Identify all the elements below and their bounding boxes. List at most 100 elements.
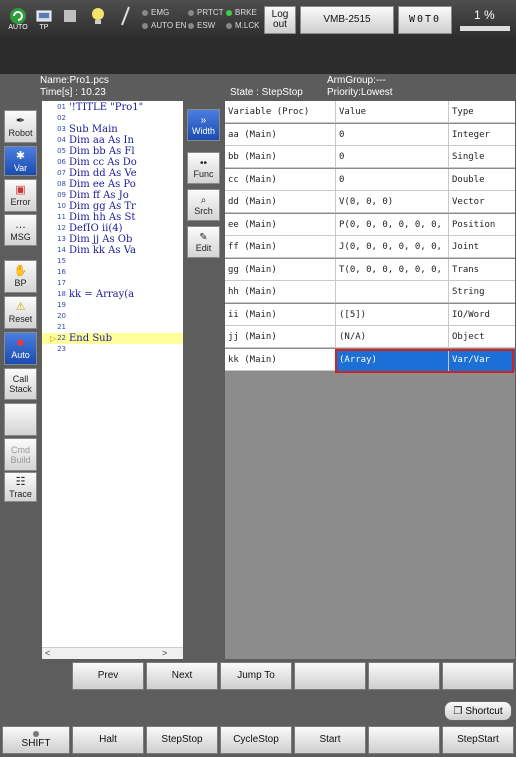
- auto-icon: ■: [17, 337, 24, 349]
- type-cell: Joint: [452, 242, 480, 252]
- code-line[interactable]: 12 DefIO ii(4): [42, 223, 183, 234]
- line-number: 19: [57, 301, 66, 309]
- speed-bar[interactable]: [460, 26, 510, 31]
- double-chevron-icon: »: [200, 114, 207, 126]
- message-icon: …: [15, 218, 26, 231]
- brke-status: BRKE: [226, 8, 257, 18]
- fkey-cyclestop[interactable]: CycleStop: [220, 726, 292, 754]
- fkey-start[interactable]: Start: [294, 726, 366, 754]
- code-line[interactable]: 06 Dim cc As Do: [42, 157, 183, 168]
- table-row[interactable]: aa (Main) 0 Integer: [225, 123, 515, 146]
- code-line[interactable]: 13 Dim jj As Ob: [42, 234, 183, 245]
- func-button[interactable]: •• Func: [187, 152, 220, 184]
- edit-button[interactable]: ✎ Edit: [187, 226, 220, 258]
- speed-value: 1 %: [474, 8, 495, 22]
- code-line[interactable]: 02: [42, 113, 183, 124]
- nav-error-button[interactable]: ▣ Error: [4, 179, 37, 212]
- code-text: Dim ee As Po: [69, 179, 136, 190]
- tp-label: TP: [39, 24, 49, 31]
- code-line[interactable]: 10 Dim gg As Tr: [42, 201, 183, 212]
- nav-msg-button[interactable]: … MSG: [4, 214, 37, 246]
- code-line[interactable]: 07 Dim dd As Ve: [42, 168, 183, 179]
- nav-cmdbuild-button[interactable]: Cmd Build: [4, 438, 37, 471]
- page-button-blank[interactable]: [442, 662, 514, 690]
- line-number: 05: [57, 147, 66, 155]
- code-editor[interactable]: 01 '!TITLE "Pro1" 02 03 Sub Main 04 Dim aa As…: [42, 101, 183, 659]
- nav-var-button[interactable]: ✱ Var: [4, 146, 37, 176]
- code-text: '!TITLE "Pro1": [69, 102, 144, 113]
- nav-bp-button[interactable]: ✋ BP: [4, 260, 37, 293]
- value-cell: 0: [339, 152, 345, 162]
- nav-callstack-button[interactable]: Call Stack: [4, 368, 37, 400]
- page-button-blank[interactable]: [368, 662, 440, 690]
- code-line[interactable]: 20: [42, 311, 183, 322]
- search-button[interactable]: ⌕ Srch: [187, 189, 220, 221]
- horizontal-scrollbar[interactable]: < >: [42, 647, 183, 659]
- robot-name-button[interactable]: VMB-2515: [300, 6, 394, 34]
- fkey-stepstop[interactable]: StepStop: [146, 726, 218, 754]
- table-row[interactable]: gg (Main) T(0, 0, 0, 0, 0, 0, 0, Trans: [225, 258, 515, 281]
- line-number: 23: [57, 345, 66, 353]
- nav-robot-button[interactable]: ✒ Robot: [4, 110, 37, 143]
- nav-trace-button[interactable]: ☷ Trace: [4, 472, 37, 502]
- code-line[interactable]: 16: [42, 267, 183, 278]
- page-button-blank[interactable]: [294, 662, 366, 690]
- fkey-stepstart[interactable]: StepStart: [442, 726, 514, 754]
- variable-name-cell: dd (Main): [228, 197, 277, 207]
- stop-icon[interactable]: [59, 5, 81, 27]
- coordinate-button[interactable]: W0T0: [398, 6, 452, 34]
- logout-button[interactable]: Log out: [264, 6, 296, 34]
- pencil-icon: ✎: [199, 231, 208, 243]
- scroll-left-icon[interactable]: <: [45, 648, 50, 658]
- page-button-prev[interactable]: Prev: [72, 662, 144, 690]
- width-button[interactable]: » Width: [187, 109, 220, 141]
- fkey-label: StepStop: [161, 734, 203, 745]
- fkey-halt[interactable]: Halt: [72, 726, 144, 754]
- code-line[interactable]: 01 '!TITLE "Pro1": [42, 102, 183, 113]
- shortcut-button[interactable]: ❐ Shortcut: [444, 701, 512, 721]
- table-row[interactable]: dd (Main) V(0, 0, 0) Vector: [225, 191, 515, 213]
- code-text: Dim kk As Va: [69, 245, 136, 256]
- code-line[interactable]: 04 Dim aa As In: [42, 135, 183, 146]
- mlck-status: M.LCK: [226, 21, 259, 31]
- code-line[interactable]: 09 Dim ff As Jo: [42, 190, 183, 201]
- nav-auto-button[interactable]: ■ Auto: [4, 332, 37, 365]
- nav-reset-button[interactable]: ⚠ Reset: [4, 296, 37, 329]
- code-line[interactable]: 03 Sub Main: [42, 124, 183, 135]
- table-row[interactable]: cc (Main) 0 Double: [225, 168, 515, 191]
- type-cell: Single: [452, 152, 485, 162]
- fkey-shift[interactable]: SHIFT: [2, 726, 70, 754]
- code-text: End Sub: [69, 333, 113, 344]
- page-button-jump-to[interactable]: Jump To: [220, 662, 292, 690]
- table-row[interactable]: jj (Main) (N/A) Object: [225, 326, 515, 348]
- page-button-next[interactable]: Next: [146, 662, 218, 690]
- code-line[interactable]: 18 kk = Array(a: [42, 289, 183, 300]
- table-row[interactable]: ff (Main) J(0, 0, 0, 0, 0, 0, 0, Joint: [225, 236, 515, 258]
- table-row[interactable]: ee (Main) P(0, 0, 0, 0, 0, 0, -1 Position: [225, 213, 515, 236]
- variable-name-cell: aa (Main): [228, 129, 277, 140]
- code-line[interactable]: 14 Dim kk As Va: [42, 245, 183, 256]
- header-band: [0, 36, 516, 74]
- code-line[interactable]: 05 Dim bb As Fl: [42, 146, 183, 157]
- emg-status: EMG: [142, 8, 169, 18]
- scroll-right-icon[interactable]: >: [162, 648, 167, 658]
- nav-blank-button[interactable]: [4, 403, 37, 436]
- code-line[interactable]: 21: [42, 322, 183, 333]
- table-row[interactable]: ii (Main) ([5]) IO/Word: [225, 303, 515, 326]
- fkey-label: Halt: [99, 734, 117, 745]
- code-line[interactable]: 22 End Sub ▷: [42, 333, 183, 344]
- code-line[interactable]: 17: [42, 278, 183, 289]
- fkey-blank[interactable]: [368, 726, 440, 754]
- variable-name-cell: bb (Main): [228, 152, 277, 162]
- lamp-icon[interactable]: [87, 5, 109, 27]
- table-header-row: Variable (Proc) Value Type: [225, 101, 515, 123]
- code-line[interactable]: 08 Dim ee As Po: [42, 179, 183, 190]
- code-line[interactable]: 11 Dim hh As St: [42, 212, 183, 223]
- table-row[interactable]: hh (Main) String: [225, 281, 515, 303]
- table-row[interactable]: bb (Main) 0 Single: [225, 146, 515, 168]
- code-line[interactable]: 23: [42, 344, 183, 355]
- code-line[interactable]: 19: [42, 300, 183, 311]
- wrench-icon[interactable]: [115, 5, 137, 27]
- code-line[interactable]: 15: [42, 256, 183, 267]
- column-header: Variable (Proc): [228, 107, 310, 117]
